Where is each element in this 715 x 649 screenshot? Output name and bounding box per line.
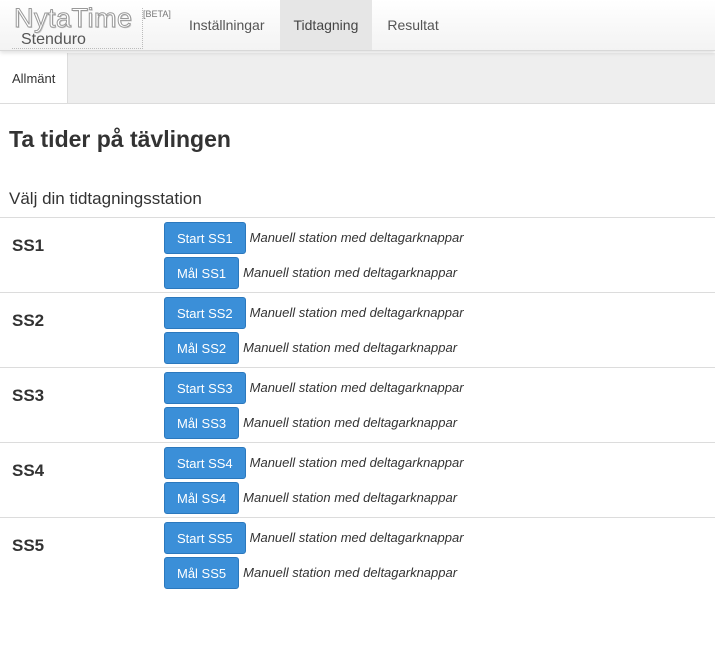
section-title: Välj din tidtagningsstation bbox=[9, 189, 202, 208]
tab-installningar[interactable]: Inställningar bbox=[168, 0, 279, 50]
station-actions: Start SS3 Manuell station med deltagarkn… bbox=[164, 372, 464, 439]
station-actions: Start SS1 Manuell station med deltagarkn… bbox=[164, 222, 464, 289]
main-nav: Inställningar Tidtagning Resultat bbox=[168, 0, 454, 50]
start-ss2-button[interactable]: Start SS2 bbox=[164, 297, 246, 329]
start-ss1-button[interactable]: Start SS1 bbox=[164, 222, 246, 254]
start-ss3-button[interactable]: Start SS3 bbox=[164, 372, 246, 404]
finish-description: Manuell station med deltagarknappar bbox=[243, 564, 458, 580]
start-ss5-button[interactable]: Start SS5 bbox=[164, 522, 246, 554]
station-name: SS4 bbox=[12, 461, 45, 480]
station-actions: Start SS4 Manuell station med deltagarkn… bbox=[164, 447, 464, 514]
start-line: Start SS2 Manuell station med deltagarkn… bbox=[164, 297, 464, 329]
finish-description: Manuell station med deltagarknappar bbox=[243, 414, 458, 430]
finish-ss4-button[interactable]: Mål SS4 bbox=[164, 482, 240, 514]
tab-tidtagning[interactable]: Tidtagning bbox=[279, 0, 373, 50]
station-name: SS5 bbox=[12, 536, 45, 555]
station-row-ss2: SS2 Start SS2 Manuell station med deltag… bbox=[0, 293, 715, 368]
finish-ss3-button[interactable]: Mål SS3 bbox=[164, 407, 240, 439]
start-line: Start SS4 Manuell station med deltagarkn… bbox=[164, 447, 464, 479]
finish-description: Manuell station med deltagarknappar bbox=[243, 489, 458, 505]
start-description: Manuell station med deltagarknappar bbox=[249, 229, 464, 245]
finish-line: Mål SS4 Manuell station med deltagarknap… bbox=[164, 482, 464, 514]
station-name: SS2 bbox=[12, 311, 45, 330]
brand-subtitle: Stenduro bbox=[21, 31, 86, 48]
finish-line: Mål SS2 Manuell station med deltagarknap… bbox=[164, 332, 464, 364]
station-actions: Start SS2 Manuell station med deltagarkn… bbox=[164, 297, 464, 364]
station-row-ss5: SS5 Start SS5 Manuell station med deltag… bbox=[0, 518, 715, 592]
top-navbar: NytaTime [BETA] Stenduro Inställningar T… bbox=[0, 0, 715, 51]
tab-resultat[interactable]: Resultat bbox=[373, 0, 452, 50]
finish-line: Mål SS1 Manuell station med deltagarknap… bbox=[164, 257, 464, 289]
start-description: Manuell station med deltagarknappar bbox=[249, 304, 464, 320]
sub-navbar: Allmänt bbox=[0, 53, 715, 104]
start-line: Start SS5 Manuell station med deltagarkn… bbox=[164, 522, 464, 554]
finish-line: Mål SS5 Manuell station med deltagarknap… bbox=[164, 557, 464, 589]
subtab-allmant[interactable]: Allmänt bbox=[0, 53, 69, 103]
start-ss4-button[interactable]: Start SS4 bbox=[164, 447, 246, 479]
start-description: Manuell station med deltagarknappar bbox=[249, 379, 464, 395]
page-title: Ta tider på tävlingen bbox=[9, 126, 231, 152]
brand[interactable]: NytaTime [BETA] Stenduro bbox=[0, 0, 171, 50]
start-description: Manuell station med deltagarknappar bbox=[249, 454, 464, 470]
station-list: SS1 Start SS1 Manuell station med deltag… bbox=[0, 217, 715, 592]
finish-description: Manuell station med deltagarknappar bbox=[243, 264, 458, 280]
start-line: Start SS3 Manuell station med deltagarkn… bbox=[164, 372, 464, 404]
station-row-ss1: SS1 Start SS1 Manuell station med deltag… bbox=[0, 218, 715, 293]
beta-badge: [BETA] bbox=[143, 9, 171, 19]
brand-logo: NytaTime bbox=[14, 3, 133, 33]
finish-ss1-button[interactable]: Mål SS1 bbox=[164, 257, 240, 289]
start-description: Manuell station med deltagarknappar bbox=[249, 529, 464, 545]
finish-description: Manuell station med deltagarknappar bbox=[243, 339, 458, 355]
station-actions: Start SS5 Manuell station med deltagarkn… bbox=[164, 522, 464, 589]
station-row-ss3: SS3 Start SS3 Manuell station med deltag… bbox=[0, 368, 715, 443]
station-name: SS3 bbox=[12, 386, 45, 405]
start-line: Start SS1 Manuell station med deltagarkn… bbox=[164, 222, 464, 254]
station-name: SS1 bbox=[12, 236, 45, 255]
finish-ss2-button[interactable]: Mål SS2 bbox=[164, 332, 240, 364]
station-row-ss4: SS4 Start SS4 Manuell station med deltag… bbox=[0, 443, 715, 518]
finish-line: Mål SS3 Manuell station med deltagarknap… bbox=[164, 407, 464, 439]
finish-ss5-button[interactable]: Mål SS5 bbox=[164, 557, 240, 589]
